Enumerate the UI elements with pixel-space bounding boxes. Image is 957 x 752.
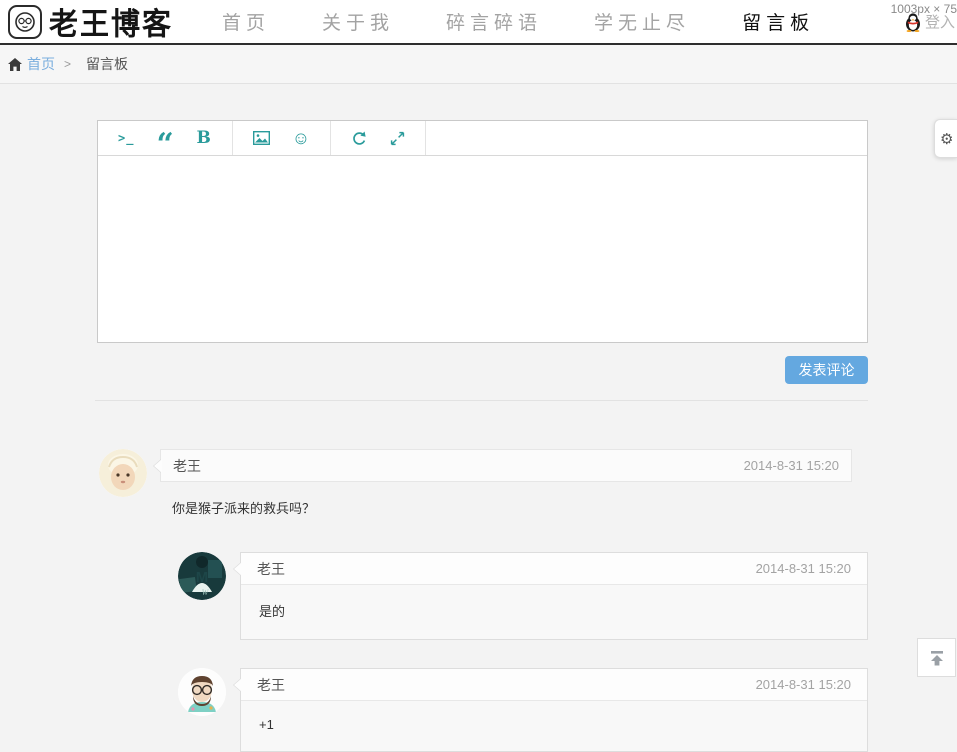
avatar[interactable]: M W xyxy=(178,552,226,600)
comment-thread: 老王 2014-8-31 15:20 你是猴子派来的救兵吗？ M xyxy=(97,449,868,752)
gear-icon: ⚙ xyxy=(940,130,953,148)
comment-header: 老王 2014-8-31 15:20 xyxy=(160,449,852,482)
comment-main: 老王 2014-8-31 15:20 你是猴子派来的救兵吗？ xyxy=(160,449,852,531)
top-navigation-bar: 老王博客 首页 关于我 碎言碎语 学无止尽 留言板 登入 1003px × 75 xyxy=(0,0,957,45)
comment-author[interactable]: 老王 xyxy=(173,456,201,476)
breadcrumb: 首页 > 留言板 xyxy=(0,45,957,84)
blockquote-icon[interactable]: “ xyxy=(156,126,173,150)
undo-icon[interactable] xyxy=(351,126,367,150)
reply-content: +1 xyxy=(241,701,867,751)
breadcrumb-current: 留言板 xyxy=(86,54,128,74)
reply-box: 老王 2014-8-31 15:20 是的 xyxy=(240,552,868,640)
svg-text:M: M xyxy=(196,569,209,586)
settings-widget[interactable]: ⚙ xyxy=(934,119,957,158)
avatar[interactable] xyxy=(99,449,147,497)
breadcrumb-separator: > xyxy=(64,57,71,71)
nav-item-learning[interactable]: 学无止尽 xyxy=(568,8,716,35)
comment-date: 2014-8-31 15:20 xyxy=(744,458,839,473)
nav-item-about[interactable]: 关于我 xyxy=(296,8,420,35)
site-logo[interactable]: 老王博客 xyxy=(8,1,173,43)
nav-item-home[interactable]: 首页 xyxy=(196,8,296,35)
logo-face-icon xyxy=(8,5,42,39)
comment-content: 你是猴子派来的救兵吗？ xyxy=(160,482,852,531)
to-top-icon xyxy=(928,650,946,666)
toolbar-group-actions xyxy=(331,121,426,155)
editor-toolbar: >_ “ B ☺ xyxy=(98,121,867,156)
emoji-icon[interactable]: ☺ xyxy=(292,126,310,150)
avatar[interactable] xyxy=(178,668,226,716)
code-icon[interactable]: >_ xyxy=(118,126,134,150)
reply-author[interactable]: 老王 xyxy=(257,559,285,579)
reply-header: 老王 2014-8-31 15:20 xyxy=(241,553,867,585)
logo-text: 老王博客 xyxy=(49,0,173,44)
reply-date: 2014-8-31 15:20 xyxy=(756,561,851,576)
image-icon[interactable] xyxy=(253,126,270,150)
reply-list: M W 老王 2014-8-31 15:20 是的 xyxy=(178,552,868,752)
toolbar-group-media: ☺ xyxy=(233,121,331,155)
comment: 老王 2014-8-31 15:20 你是猴子派来的救兵吗？ xyxy=(97,449,868,531)
reply-date: 2014-8-31 15:20 xyxy=(756,677,851,692)
home-icon xyxy=(8,58,22,71)
submit-row: 发表评论 xyxy=(97,356,868,384)
devtools-size-tooltip: 1003px × 75 xyxy=(891,2,957,16)
nav-item-guestbook[interactable]: 留言板 xyxy=(716,8,840,35)
reply-author[interactable]: 老王 xyxy=(257,675,285,695)
reply-content: 是的 xyxy=(241,585,867,639)
back-to-top-button[interactable] xyxy=(917,638,956,677)
breadcrumb-home-link[interactable]: 首页 xyxy=(27,54,55,74)
comment-editor: >_ “ B ☺ xyxy=(97,120,868,343)
fullscreen-icon[interactable] xyxy=(389,126,405,150)
nav-item-musings[interactable]: 碎言碎语 xyxy=(420,8,568,35)
bold-icon[interactable]: B xyxy=(196,126,212,150)
comments-divider xyxy=(95,400,868,401)
comment-list: 老王 2014-8-31 15:20 你是猴子派来的救兵吗？ M xyxy=(97,449,868,752)
toolbar-group-text: >_ “ B xyxy=(98,121,233,155)
post-comment-button[interactable]: 发表评论 xyxy=(785,356,868,384)
reply-comment: M W 老王 2014-8-31 15:20 是的 xyxy=(178,552,868,640)
reply-header: 老王 2014-8-31 15:20 xyxy=(241,669,867,701)
reply-comment: 老王 2014-8-31 15:20 +1 xyxy=(178,668,868,752)
main-nav: 首页 关于我 碎言碎语 学无止尽 留言板 xyxy=(196,0,840,43)
reply-box: 老王 2014-8-31 15:20 +1 xyxy=(240,668,868,752)
comment-input[interactable] xyxy=(98,156,867,342)
